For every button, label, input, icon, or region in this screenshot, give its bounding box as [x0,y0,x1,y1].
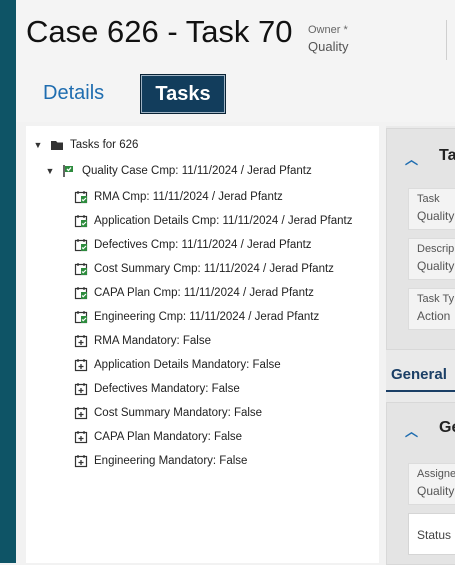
tree-item-mandatory[interactable]: CAPA Plan Mandatory: False [74,427,242,447]
status-field[interactable]: Status [408,513,455,555]
tree-item-label: Engineering Mandatory: False [94,455,248,467]
task-card-title: Ta [439,147,455,164]
tab-general[interactable]: General [391,366,447,383]
caret-down-icon[interactable]: ▼ [32,140,44,150]
calendar-check-icon [74,238,88,252]
folder-icon [50,138,64,152]
tab-tasks[interactable]: Tasks [140,74,226,114]
task-field-label: Task [417,193,440,205]
tree-item-label: Defectives Mandatory: False [94,383,240,395]
tree-root-label: Tasks for 626 [70,139,139,151]
calendar-plus-icon [74,430,88,444]
calendar-check-icon [74,262,88,276]
tree-item-completed[interactable]: RMA Cmp: 11/11/2024 / Jerad Pfantz [74,187,283,207]
assigned-field-label: Assigne [417,468,455,480]
tree-quality-case-row[interactable]: ▼ Quality Case Cmp: 11/11/2024 / Jerad P… [44,161,312,181]
caret-down-icon[interactable]: ▼ [44,166,56,176]
assigned-field-value: Quality [417,484,455,498]
tree-item-mandatory[interactable]: Cost Summary Mandatory: False [74,403,262,423]
description-field-label: Descrip [417,243,455,255]
description-field[interactable]: Descrip Quality [408,238,455,280]
chevron-up-icon[interactable]: ︿ [405,149,418,168]
task-type-field-value: Action [417,309,451,323]
description-field-value: Quality [417,259,455,273]
tree-item-mandatory[interactable]: Engineering Mandatory: False [74,451,247,471]
tree-item-completed[interactable]: Engineering Cmp: 11/11/2024 / Jerad Pfan… [74,307,319,327]
task-type-field[interactable]: Task Ty Action [408,288,455,330]
tree-item-label: CAPA Plan Mandatory: False [94,431,243,443]
tree-item-label: CAPA Plan Cmp: 11/11/2024 / Jerad Pfantz [94,287,314,299]
tree-item-label: Cost Summary Cmp: 11/11/2024 / Jerad Pfa… [94,263,334,275]
tree-item-label: Engineering Cmp: 11/11/2024 / Jerad Pfan… [94,311,320,323]
tree-item-completed[interactable]: Defectives Cmp: 11/11/2024 / Jerad Pfant… [74,235,312,255]
tree-item-label: RMA Mandatory: False [94,335,211,347]
tree-root-row[interactable]: ▼ Tasks for 626 [32,135,139,155]
tree-item-mandatory[interactable]: RMA Mandatory: False [74,331,211,351]
calendar-check-icon [74,190,88,204]
header-divider [446,20,447,60]
tree-item-mandatory[interactable]: Application Details Mandatory: False [74,355,281,375]
tree-quality-case-label: Quality Case Cmp: 11/11/2024 / Jerad Pfa… [82,165,312,177]
chevron-up-icon[interactable]: ︿ [405,421,418,440]
page-title: Case 626 - Task 70 [26,14,293,49]
tree-item-label: RMA Cmp: 11/11/2024 / Jerad Pfantz [94,191,283,203]
tree-item-mandatory[interactable]: Defectives Mandatory: False [74,379,240,399]
calendar-plus-icon [74,358,88,372]
case-header: Case 626 - Task 70 Owner * Quality Detai… [16,0,455,122]
calendar-plus-icon [74,382,88,396]
status-field-label: Status [417,528,452,542]
calendar-check-icon [74,286,88,300]
tree-item-label: Application Details Mandatory: False [94,359,281,371]
owner-value[interactable]: Quality [308,39,348,54]
assigned-field[interactable]: Assigne Quality [408,463,455,505]
tree-item-completed[interactable]: Application Details Cmp: 11/11/2024 / Je… [74,211,352,231]
task-field-value: Quality [417,209,455,223]
tree-item-label: Application Details Cmp: 11/11/2024 / Je… [94,215,353,227]
owner-label: Owner * [308,24,348,36]
task-field[interactable]: Task Quality [408,188,455,230]
flag-check-icon [62,164,76,178]
general-card-title: Ge [439,419,455,436]
calendar-check-icon [74,214,88,228]
tab-details[interactable]: Details [43,74,104,112]
tree-item-completed[interactable]: Cost Summary Cmp: 11/11/2024 / Jerad Pfa… [74,259,334,279]
left-sidebar-strip [0,0,16,563]
calendar-plus-icon [74,334,88,348]
general-tab-underline [386,390,455,392]
task-type-field-label: Task Ty [417,293,455,305]
calendar-plus-icon [74,454,88,468]
calendar-check-icon [74,310,88,324]
tree-item-label: Defectives Cmp: 11/11/2024 / Jerad Pfant… [94,239,312,251]
calendar-plus-icon [74,406,88,420]
task-tree-panel: ▼ Tasks for 626 ▼ Quality Case Cmp: 11/1… [26,126,379,563]
tree-item-completed[interactable]: CAPA Plan Cmp: 11/11/2024 / Jerad Pfantz [74,283,314,303]
tree-item-label: Cost Summary Mandatory: False [94,407,263,419]
